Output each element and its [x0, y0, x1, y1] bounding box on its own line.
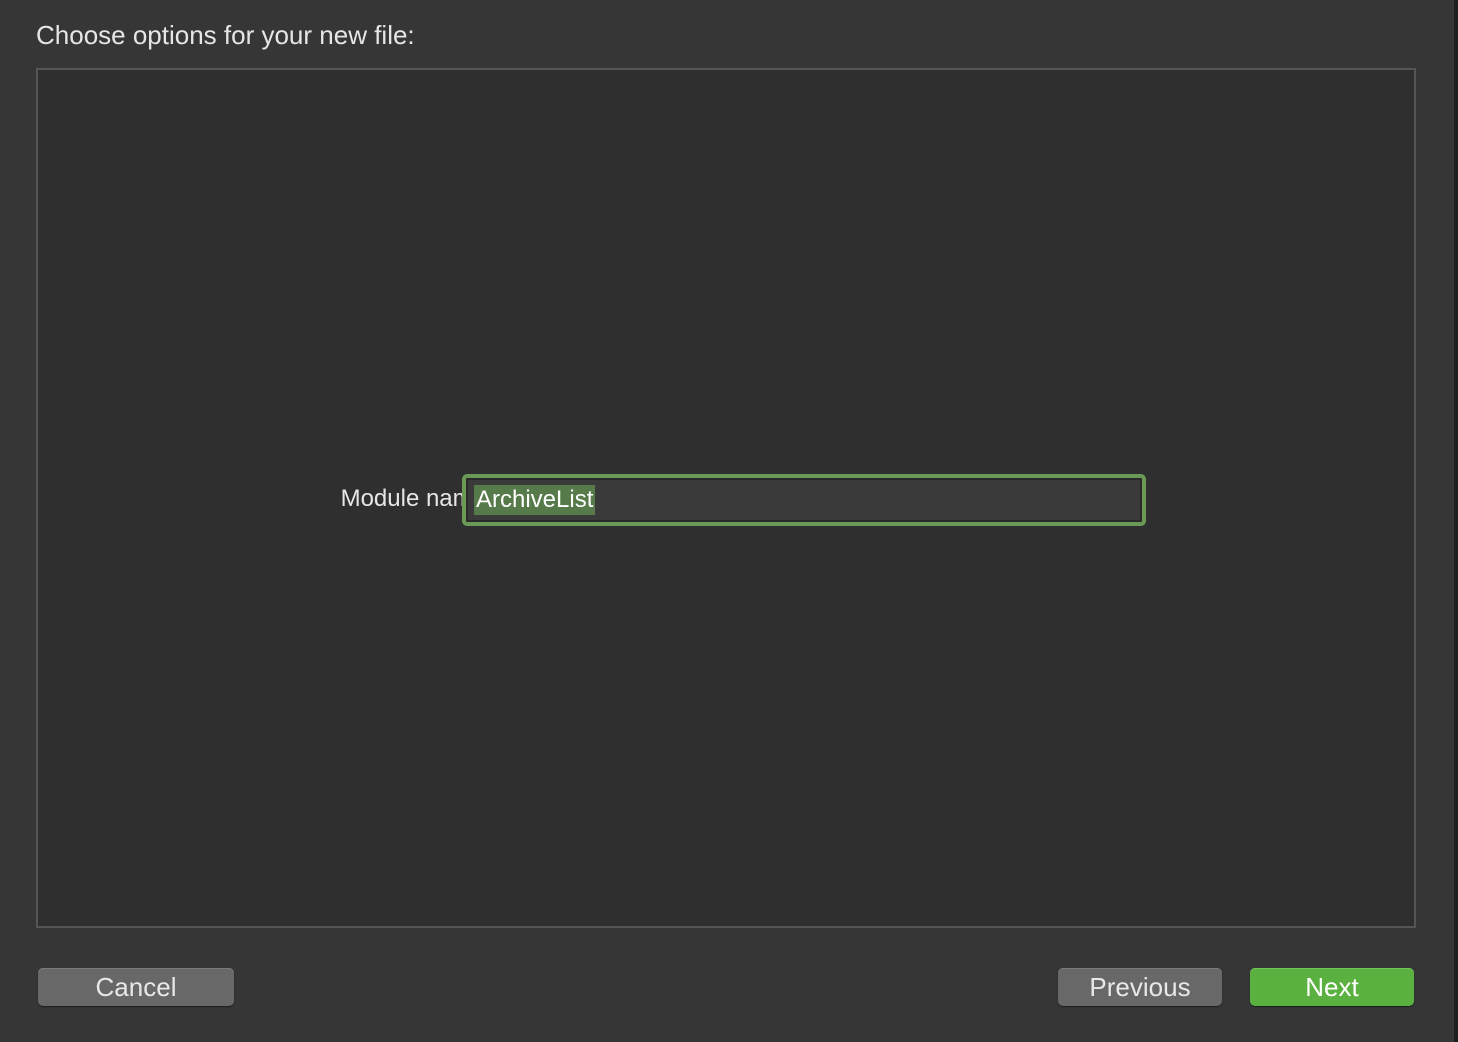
- window-edge: [1454, 0, 1458, 1042]
- next-button[interactable]: Next: [1250, 968, 1414, 1006]
- module-name-value: ArchiveList: [474, 485, 596, 515]
- cancel-button[interactable]: Cancel: [38, 968, 234, 1006]
- new-file-options-dialog: Choose options for your new file: Module…: [0, 0, 1458, 1042]
- options-panel: Module name ArchiveList: [36, 68, 1416, 928]
- module-name-label: Module name: [340, 485, 486, 512]
- previous-button[interactable]: Previous: [1058, 968, 1222, 1006]
- dialog-heading: Choose options for your new file:: [36, 20, 415, 50]
- module-name-input[interactable]: ArchiveList: [462, 474, 1146, 526]
